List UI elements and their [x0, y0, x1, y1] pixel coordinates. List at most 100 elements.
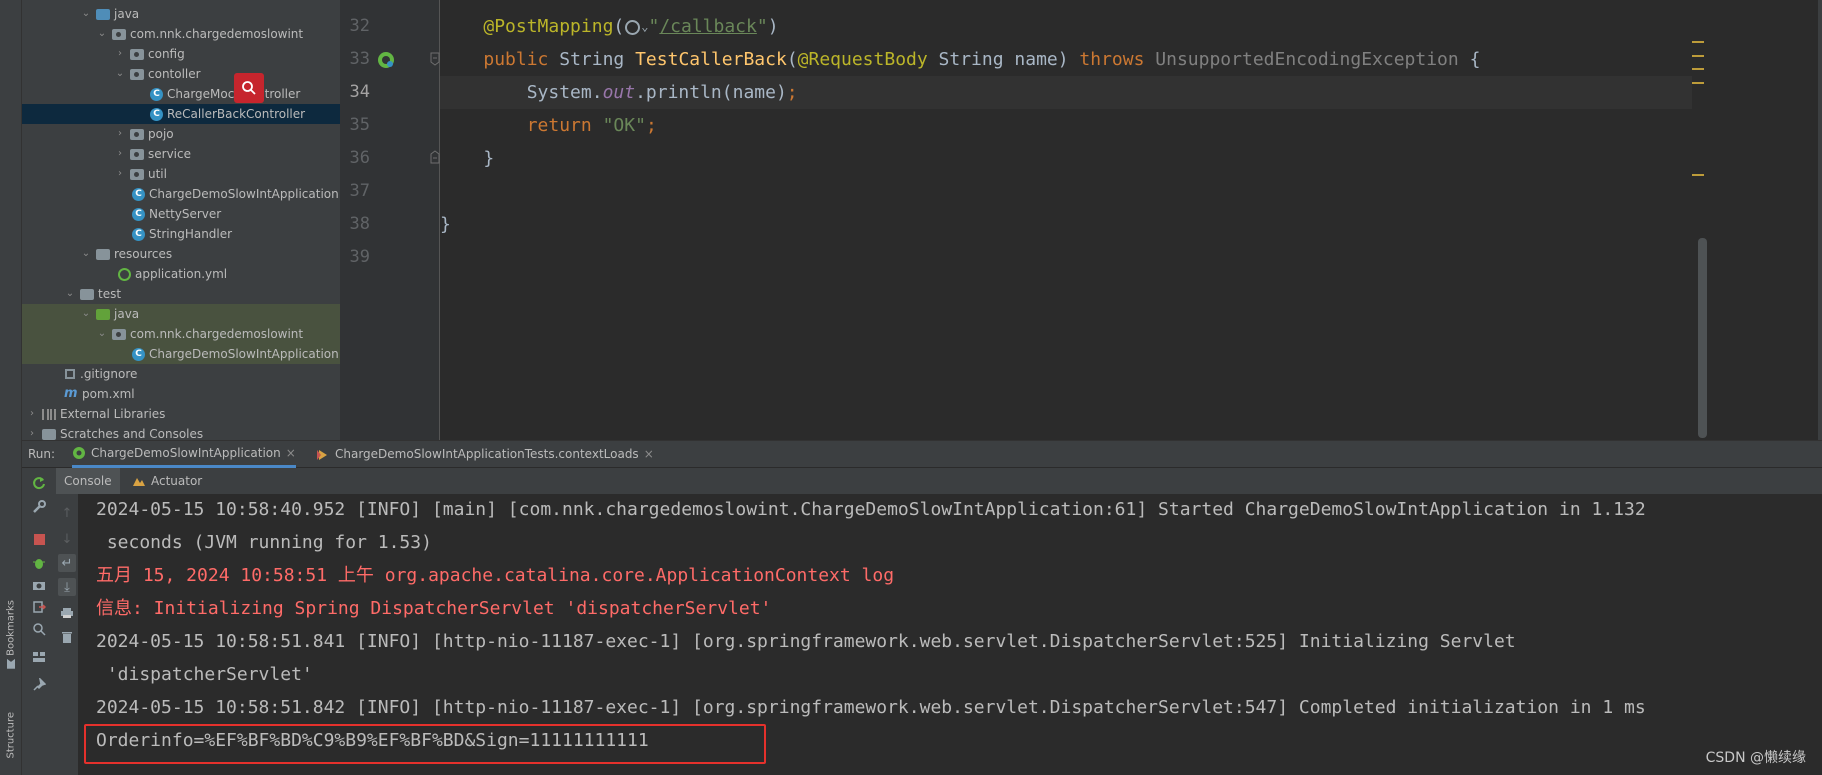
- chevron-down-icon[interactable]: ⌄: [64, 284, 76, 304]
- tree-item[interactable]: ⌄ com.nnk.chargedemoslowint: [22, 24, 340, 44]
- bookmarks-tab-label: Bookmarks: [5, 600, 17, 656]
- class-icon: C: [150, 107, 163, 121]
- print-icon[interactable]: [58, 604, 76, 622]
- tab-console[interactable]: Console: [56, 468, 120, 494]
- scroll-to-end-icon[interactable]: ⤓: [58, 578, 76, 596]
- line-number: 35: [349, 115, 370, 135]
- pin-icon[interactable]: [30, 676, 48, 694]
- warning-marker[interactable]: [1692, 55, 1704, 57]
- layout-icon[interactable]: [30, 648, 48, 666]
- tree-item[interactable]: ⌄ resources: [22, 244, 340, 264]
- chevron-down-icon[interactable]: ⌄: [80, 244, 92, 264]
- chevron-right-icon[interactable]: ›: [114, 124, 126, 144]
- fold-end-marker-icon[interactable]: [430, 150, 440, 164]
- bug-icon[interactable]: [30, 554, 48, 572]
- tree-item[interactable]: ⌄ java: [22, 4, 340, 24]
- soft-wrap-icon[interactable]: ↵: [58, 554, 76, 572]
- camera-icon[interactable]: [30, 576, 48, 594]
- tree-item-label: External Libraries: [60, 407, 166, 421]
- tab-actuator[interactable]: Actuator: [124, 468, 210, 494]
- tab-actuator-label: Actuator: [151, 474, 203, 488]
- chevron-right-icon[interactable]: ›: [114, 144, 126, 164]
- tree-item[interactable]: › External Libraries: [22, 404, 340, 424]
- stop-icon[interactable]: [30, 530, 48, 548]
- code-token: (: [786, 49, 798, 70]
- console-line: seconds (JVM running for 1.53): [96, 532, 432, 553]
- run-toolbar: [22, 468, 56, 775]
- close-icon[interactable]: ×: [286, 440, 296, 467]
- code-line-32: @PostMapping(⌄"/callback"): [440, 10, 1692, 43]
- class-icon: C: [150, 87, 163, 101]
- run-tab-tests[interactable]: ChargeDemoSlowIntApplicationTests.contex…: [316, 441, 654, 468]
- arrow-down-icon[interactable]: ↓: [58, 530, 76, 548]
- tree-item[interactable]: CChargeMockController: [22, 84, 340, 104]
- chevron-down-icon[interactable]: ⌄: [80, 4, 92, 24]
- tree-item[interactable]: ⌄ java: [22, 304, 340, 324]
- warning-marker[interactable]: [1692, 41, 1704, 43]
- code-editor[interactable]: 32 33 34 35 36 37 38 39 @PostMapping(⌄"/…: [340, 0, 1822, 440]
- tree-item[interactable]: C ChargeDemoSlowIntApplication: [22, 344, 340, 364]
- arrow-up-icon[interactable]: ↑: [58, 504, 76, 522]
- warning-marker[interactable]: [1692, 174, 1704, 176]
- console-output[interactable]: 2024-05-15 10:58:40.952 [INFO] [main] [c…: [78, 494, 1822, 775]
- tree-item[interactable]: › Scratches and Consoles: [22, 424, 340, 440]
- url-path-link[interactable]: /callback: [659, 16, 757, 37]
- fold-marker-icon[interactable]: [430, 52, 440, 66]
- warning-marker[interactable]: [1692, 82, 1704, 84]
- method-name-token: TestCallerBack: [635, 49, 787, 70]
- chevron-down-icon[interactable]: ⌄: [96, 24, 108, 44]
- search-icon-badge[interactable]: [234, 73, 264, 103]
- chevron-down-icon[interactable]: ⌄: [114, 64, 126, 84]
- restore-layout-icon[interactable]: [30, 620, 48, 638]
- run-label: Run:: [28, 441, 55, 468]
- chevron-right-icon[interactable]: ›: [114, 44, 126, 64]
- trash-icon[interactable]: [58, 628, 76, 646]
- tree-item[interactable]: m pom.xml: [22, 384, 340, 404]
- tree-item[interactable]: › pojo: [22, 124, 340, 144]
- exit-icon[interactable]: [30, 598, 48, 616]
- rerun-icon[interactable]: [30, 474, 48, 492]
- chevron-right-icon[interactable]: ›: [26, 424, 38, 440]
- tree-item-label: ReCallerBackController: [167, 107, 306, 121]
- bookmarks-tab[interactable]: Bookmarks: [2, 600, 20, 669]
- warning-marker[interactable]: [1692, 68, 1704, 70]
- tree-item[interactable]: ⌄ contoller: [22, 64, 340, 84]
- console-toolbar: ↑ ↓ ↵ ⤓: [56, 494, 78, 775]
- line-number: 36: [349, 148, 370, 168]
- tree-item[interactable]: › service: [22, 144, 340, 164]
- tree-item[interactable]: C NettyServer: [22, 204, 340, 224]
- wrench-icon[interactable]: [30, 498, 48, 516]
- web-icon[interactable]: [625, 19, 641, 35]
- tree-item[interactable]: ⌄ test: [22, 284, 340, 304]
- spring-endpoint-gutter-icon[interactable]: [374, 49, 398, 71]
- line-number: 39: [349, 247, 370, 267]
- spring-run-icon: [73, 447, 85, 459]
- code-line-38: }: [440, 208, 1692, 241]
- editor-scrollbar[interactable]: [1698, 238, 1707, 438]
- tree-item[interactable]: › util: [22, 164, 340, 184]
- code-line-35: return "OK";: [440, 109, 1692, 142]
- tree-item[interactable]: › config: [22, 44, 340, 64]
- tree-item[interactable]: .gitignore: [22, 364, 340, 384]
- console-line: 2024-05-15 10:58:40.952 [INFO] [main] [c…: [96, 499, 1646, 520]
- chevron-down-icon[interactable]: ⌄: [80, 304, 92, 324]
- run-tab-app[interactable]: ChargeDemoSlowIntApplication ×: [72, 441, 296, 468]
- tree-item[interactable]: C StringHandler: [22, 224, 340, 244]
- tree-item-label: com.nnk.chargedemoslowint: [130, 27, 304, 41]
- tree-item-label: NettyServer: [149, 207, 222, 221]
- chevron-right-icon[interactable]: ›: [26, 404, 38, 424]
- chevron-down-icon[interactable]: ⌄: [96, 324, 108, 344]
- chevron-right-icon[interactable]: ›: [114, 164, 126, 184]
- tree-item-selected[interactable]: C ReCallerBackController: [22, 104, 340, 124]
- yml-icon: [118, 267, 131, 281]
- exception-token: UnsupportedEncodingException: [1144, 49, 1459, 70]
- tree-item[interactable]: application.yml: [22, 264, 340, 284]
- tree-item[interactable]: C ChargeDemoSlowIntApplication: [22, 184, 340, 204]
- tree-item-label: resources: [114, 247, 173, 261]
- close-icon[interactable]: ×: [644, 441, 654, 468]
- structure-tab-label: Structure: [5, 712, 17, 759]
- actuator-icon: [133, 478, 145, 486]
- tree-item[interactable]: ⌄ com.nnk.chargedemoslowint: [22, 324, 340, 344]
- structure-tab[interactable]: Structure: [2, 712, 20, 759]
- project-tree: ⌄ java ⌄ com.nnk.chargedemoslowint › config…: [22, 0, 340, 440]
